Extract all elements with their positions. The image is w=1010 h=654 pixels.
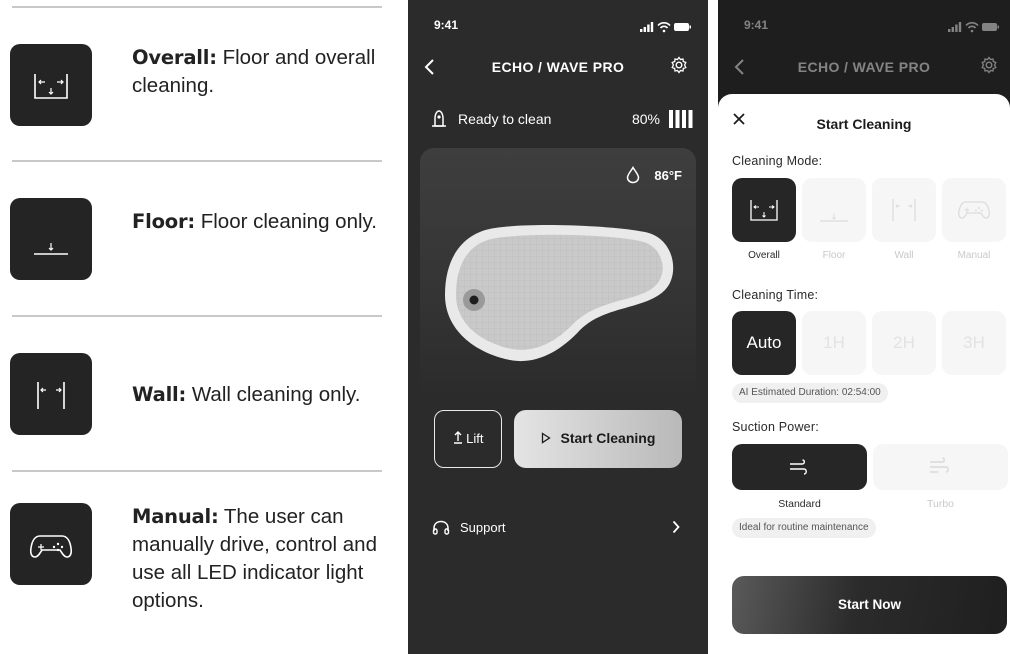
start-cleaning-sheet: Start Cleaning Cleaning Mode: Overall Fl… [718, 94, 1010, 654]
mode-label-overall: Overall [748, 250, 780, 261]
mode-label-manual: Manual [957, 250, 991, 261]
water-drop-icon [626, 165, 640, 189]
legend-name: Floor: [132, 210, 196, 233]
mode-legend: Overall: Floor and overall cleaning. Flo… [0, 0, 400, 654]
time-option-label: 3H [963, 333, 985, 352]
robot-icon [430, 109, 448, 134]
legend-item-floor: Floor: Floor cleaning only. [10, 198, 390, 282]
time-option-label: Auto [746, 333, 782, 352]
mode-tile-manual[interactable] [942, 178, 1006, 242]
legend-item-manual: Manual: The user can manually drive, con… [10, 503, 390, 623]
mode-label-wall: Wall [894, 250, 914, 261]
nav-bar: ECHO / WAVE PRO [408, 48, 708, 86]
cleaning-time-label: Cleaning Time: [732, 288, 819, 302]
gear-icon[interactable] [980, 56, 998, 79]
gear-icon[interactable] [670, 56, 688, 79]
suction-option-standard[interactable] [732, 444, 867, 490]
legend-name: Wall: [132, 383, 187, 406]
device-title: ECHO / WAVE PRO [491, 59, 625, 75]
status-row: Ready to clean 80% [430, 106, 694, 132]
ready-status-text: Ready to clean [458, 111, 552, 127]
mode-tile-wall[interactable] [872, 178, 936, 242]
mode-tile-overall[interactable] [732, 178, 796, 242]
divider [12, 6, 382, 8]
suction-power-label: Suction Power: [732, 420, 819, 434]
legend-name: Overall: [132, 46, 217, 69]
time-option-3h[interactable]: 3H [942, 311, 1006, 375]
water-temperature: 86°F [654, 168, 682, 183]
legend-name: Manual: [132, 505, 219, 528]
headset-icon [432, 520, 450, 541]
chevron-right-icon [672, 520, 680, 539]
phone-start-cleaning-screen: 9:41 ECHO / WAVE PRO Start Cleaning Clea… [718, 0, 1010, 654]
divider [12, 470, 382, 472]
lift-arrow-icon [453, 431, 467, 446]
status-icons [640, 20, 692, 38]
suction-label-standard: Standard [778, 498, 821, 510]
divider [12, 160, 382, 162]
nav-bar: ECHO / WAVE PRO [718, 48, 1010, 86]
legend-text-overall: Overall: Floor and overall cleaning. [132, 44, 392, 100]
support-row[interactable]: Support [432, 516, 680, 540]
legend-desc: Wall cleaning only. [191, 383, 361, 406]
gamepad-icon [10, 503, 92, 585]
wind-strong-icon [930, 457, 949, 473]
sheet-title: Start Cleaning [816, 116, 912, 132]
floor-mode-icon [820, 213, 848, 222]
status-time: 9:41 [744, 18, 769, 32]
legend-desc: Floor cleaning only. [200, 210, 377, 233]
start-cleaning-button[interactable]: Start Cleaning [514, 410, 682, 468]
wall-mode-icon [10, 353, 92, 435]
lift-label: Lift [466, 431, 484, 446]
time-option-label: 2H [893, 333, 915, 352]
time-option-2h[interactable]: 2H [872, 311, 936, 375]
lift-button[interactable]: Lift [434, 410, 502, 468]
start-cleaning-label: Start Cleaning [560, 430, 656, 446]
suction-label-turbo: Turbo [926, 498, 955, 510]
phone-device-screen: 9:41 ECHO / WAVE PRO Ready to clean 80% … [408, 0, 708, 654]
mode-tile-floor[interactable] [802, 178, 866, 242]
estimated-duration-pill: AI Estimated Duration: 02:54:00 [732, 383, 888, 403]
wind-icon [790, 459, 807, 475]
legend-text-floor: Floor: Floor cleaning only. [132, 208, 392, 236]
legend-item-overall: Overall: Floor and overall cleaning. [10, 44, 390, 128]
gamepad-icon [958, 201, 990, 219]
legend-item-wall: Wall: Wall cleaning only. [10, 353, 390, 437]
mode-label-floor: Floor [822, 250, 846, 261]
battery-level-icon [668, 108, 694, 135]
start-now-button[interactable]: Start Now [732, 576, 1007, 634]
support-label: Support [460, 520, 506, 535]
floor-mode-icon [10, 198, 92, 280]
status-time: 9:41 [434, 18, 459, 32]
pool-map-card: 86°F [420, 148, 696, 398]
pool-map [445, 225, 674, 362]
suction-hint-pill: Ideal for routine maintenance [732, 518, 876, 538]
device-title: ECHO / WAVE PRO [797, 59, 931, 75]
divider [12, 315, 382, 317]
legend-text-wall: Wall: Wall cleaning only. [132, 381, 402, 409]
overall-mode-icon [10, 44, 92, 126]
suction-option-turbo[interactable] [873, 444, 1008, 490]
wall-mode-icon [892, 199, 916, 221]
time-option-1h[interactable]: 1H [802, 311, 866, 375]
status-icons [948, 20, 1000, 38]
play-icon [541, 430, 561, 446]
cleaning-mode-label: Cleaning Mode: [732, 154, 823, 168]
battery-percent: 80% [631, 111, 660, 127]
overall-mode-icon [750, 200, 778, 221]
start-now-label: Start Now [837, 597, 901, 612]
time-option-auto[interactable]: Auto [732, 311, 796, 375]
time-option-label: 1H [823, 333, 845, 352]
legend-text-manual: Manual: The user can manually drive, con… [132, 503, 394, 615]
